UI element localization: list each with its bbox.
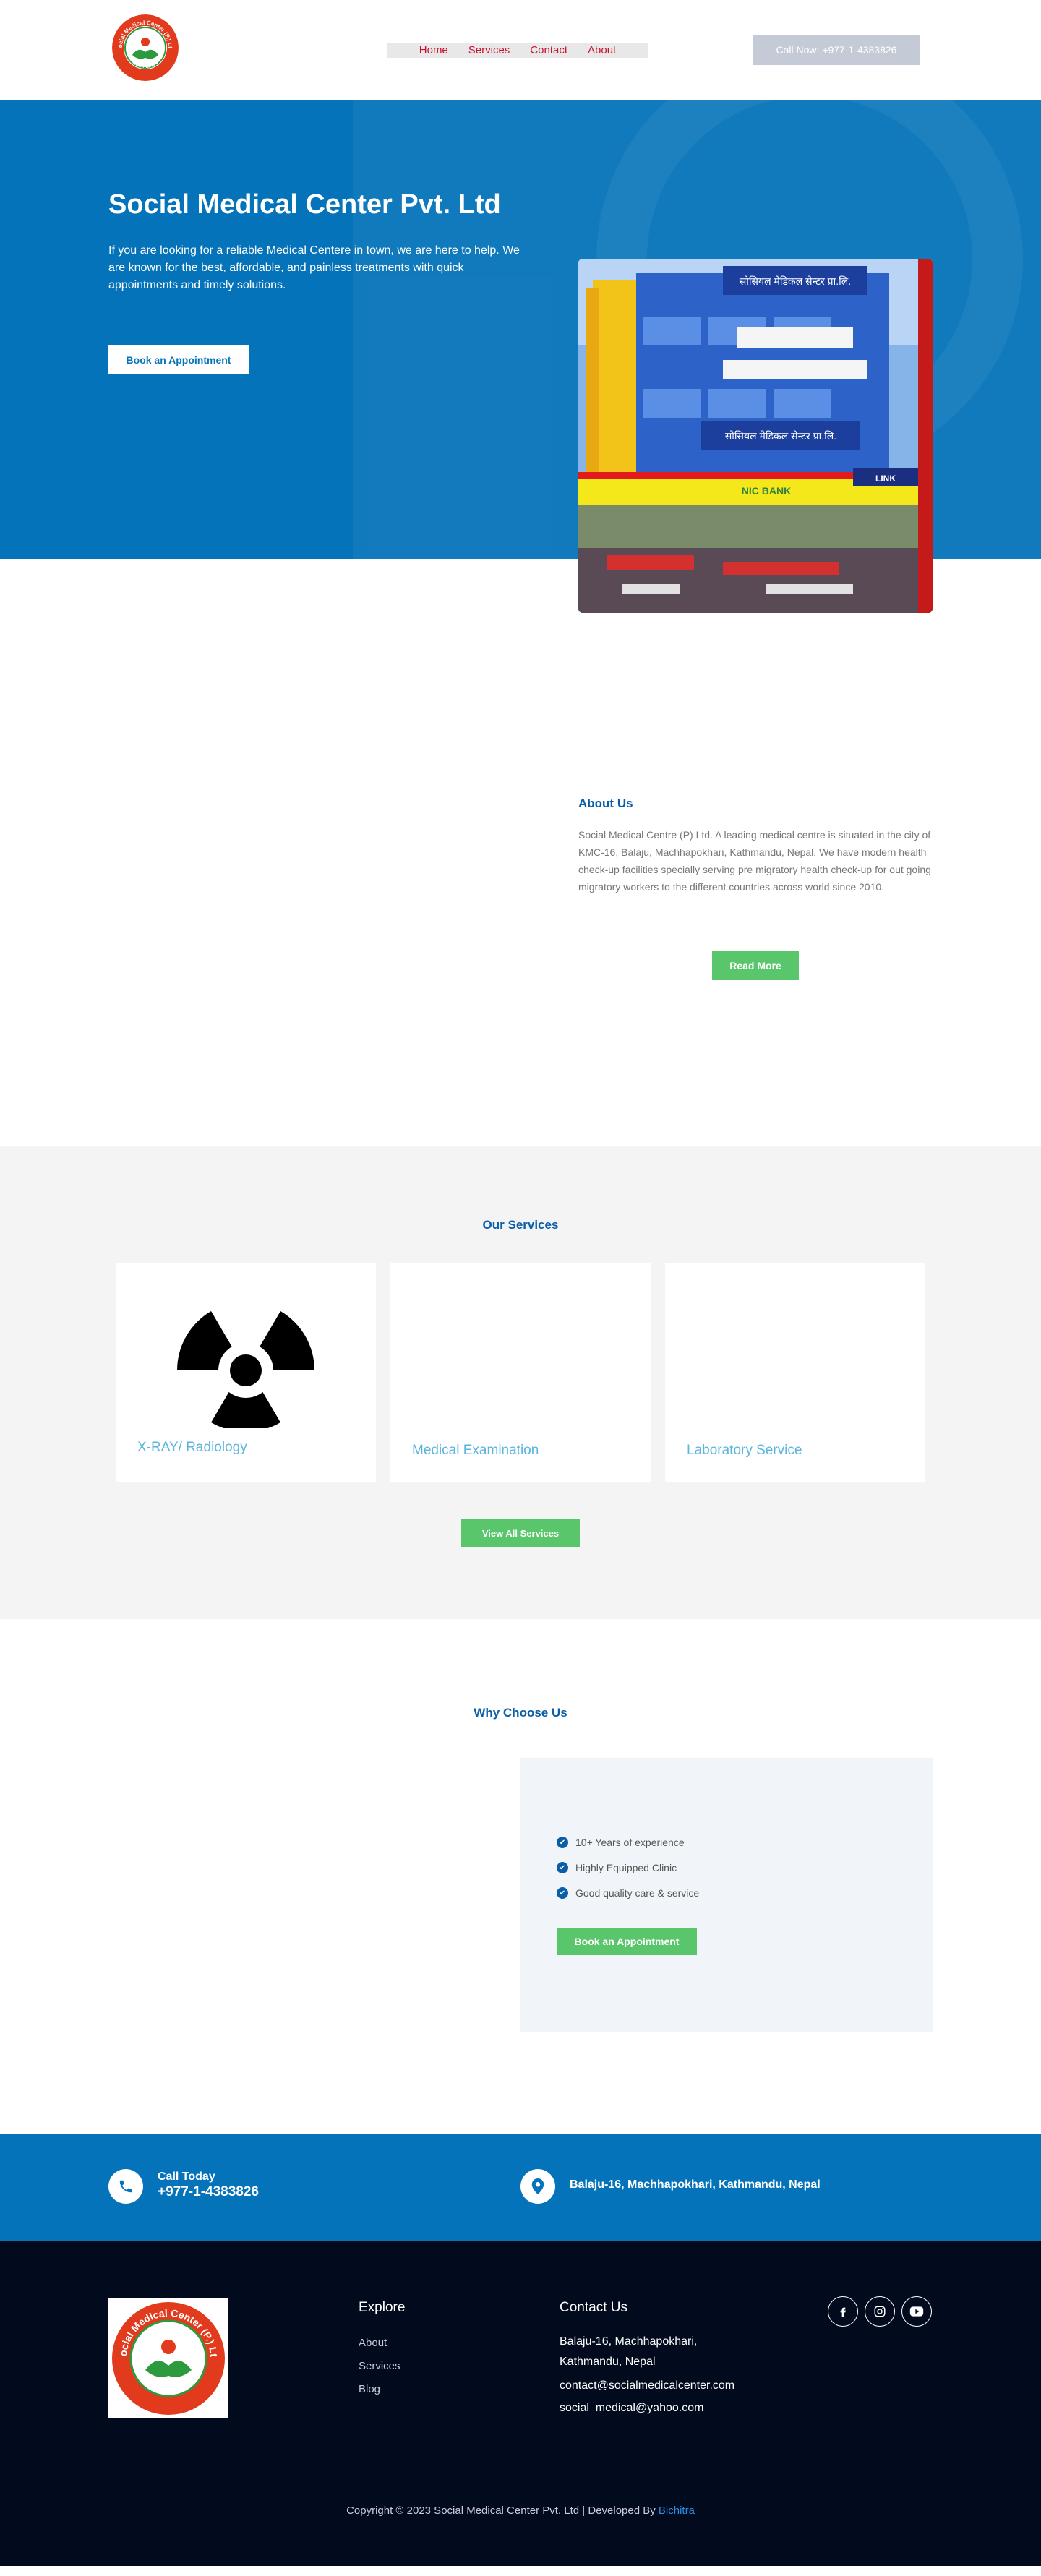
location-icon: [520, 2169, 555, 2204]
why-item: ✔ Highly Equipped Clinic: [557, 1862, 677, 1873]
bank-sign: NIC BANK: [742, 485, 791, 497]
service-card-medical[interactable]: Medical Examination: [390, 1263, 651, 1482]
footer-email1[interactable]: contact@socialmedicalcenter.com: [560, 2376, 734, 2395]
why-item-label: Good quality care & service: [575, 1887, 700, 1899]
why-item-label: Highly Equipped Clinic: [575, 1862, 677, 1873]
check-icon: ✔: [557, 1887, 568, 1899]
developer-link[interactable]: Bichitra: [659, 2504, 695, 2517]
footer-email2[interactable]: social_medical@yahoo.com: [560, 2398, 703, 2418]
why-item: ✔ Good quality care & service: [557, 1887, 699, 1899]
call-number: +977-1-4383826: [158, 2184, 259, 2199]
why-item-label: 10+ Years of experience: [575, 1837, 685, 1848]
check-icon: ✔: [557, 1837, 568, 1848]
nav-home[interactable]: Home: [409, 43, 458, 58]
youtube-icon[interactable]: [901, 2296, 932, 2327]
check-icon: ✔: [557, 1862, 568, 1873]
why-item: ✔ 10+ Years of experience: [557, 1837, 685, 1848]
contact-title: Contact Us: [560, 2300, 627, 2315]
nav-about[interactable]: About: [578, 43, 626, 58]
hero-title: Social Medical Center Pvt. Ltd: [108, 189, 501, 220]
book-appointment-button[interactable]: Book an Appointment: [108, 345, 249, 374]
instagram-icon[interactable]: [865, 2296, 895, 2327]
footer-logo[interactable]: Social Medical Center (P.) Ltd Kathmandu: [108, 2298, 228, 2418]
radiation-icon: [177, 1311, 314, 1428]
footer-link-blog[interactable]: Blog: [359, 2383, 380, 2395]
read-more-button[interactable]: Read More: [712, 951, 799, 980]
footer-address-line1: Balaju-16, Machhapokhari,: [560, 2335, 698, 2348]
copyright: Copyright © 2023 Social Medical Center P…: [0, 2504, 1041, 2517]
service-title: Laboratory Service: [687, 1443, 802, 1458]
site-logo[interactable]: Social Medical Center (P.) Ltd Kathmandu: [112, 14, 179, 81]
services-title: Our Services: [482, 1218, 559, 1232]
about-title: About Us: [578, 797, 633, 810]
address-link[interactable]: Balaju-16, Machhapokhari, Kathmandu, Nep…: [570, 2178, 821, 2191]
site-header: Social Medical Center (P.) Ltd Kathmandu…: [0, 0, 1041, 100]
service-card-xray[interactable]: X-RAY/ Radiology: [116, 1263, 376, 1482]
building-sign-mid: सोसियल मेडिकल सेन्टर प्रा.लि.: [725, 430, 836, 442]
explore-title: Explore: [359, 2300, 406, 2315]
phone-icon: [108, 2169, 143, 2204]
link-sign: LINK: [875, 473, 896, 484]
service-title: X-RAY/ Radiology: [137, 1440, 247, 1455]
nav-contact[interactable]: Contact: [520, 43, 578, 58]
about-text: Social Medical Centre (P) Ltd. A leading…: [578, 829, 931, 893]
view-all-services-button[interactable]: View All Services: [461, 1519, 580, 1547]
building-image: सोसियल मेडिकल सेन्टर प्रा.लि. सोसियल मेड…: [578, 259, 933, 613]
facebook-icon[interactable]: [828, 2296, 858, 2327]
footer-link-about[interactable]: About: [359, 2337, 387, 2349]
why-title: Why Choose Us: [474, 1706, 567, 1720]
service-card-laboratory[interactable]: Laboratory Service: [665, 1263, 925, 1482]
call-today-link[interactable]: Call Today: [158, 2171, 215, 2184]
footer-address-line2: Kathmandu, Nepal: [560, 2356, 656, 2368]
building-sign-top: सोसियल मेडिकल सेन्टर प्रा.लि.: [740, 275, 851, 287]
main-nav: Home Services Contact About: [387, 43, 648, 58]
service-title: Medical Examination: [412, 1443, 539, 1458]
why-book-appointment-button[interactable]: Book an Appointment: [557, 1928, 697, 1955]
hero-text: If you are looking for a reliable Medica…: [108, 244, 520, 291]
footer-link-services[interactable]: Services: [359, 2360, 400, 2372]
copyright-text: Copyright © 2023 Social Medical Center P…: [346, 2504, 659, 2517]
nav-services[interactable]: Services: [458, 43, 520, 58]
call-now-button[interactable]: Call Now: +977-1-4383826: [753, 35, 920, 65]
